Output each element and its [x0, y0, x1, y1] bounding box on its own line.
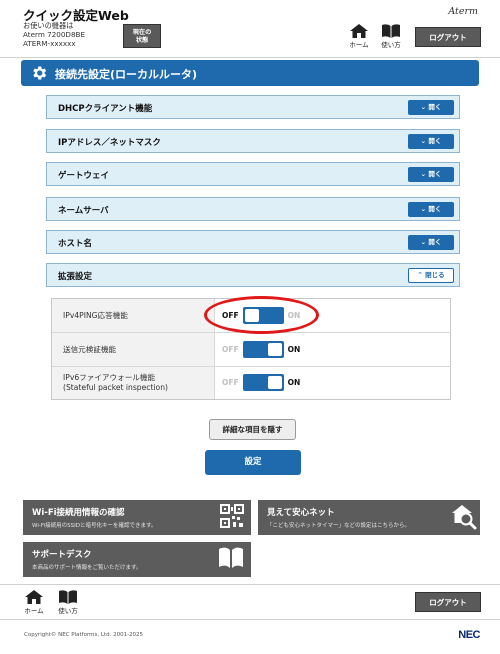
off-label: OFF [222, 345, 239, 354]
footer-guide-label: 使い方 [58, 607, 78, 615]
on-label: ON [287, 345, 301, 354]
open-button-label: 開く [428, 238, 442, 246]
accordion-label: DHCPクライアント機能 [58, 104, 153, 114]
tile-title: サポートデスク [32, 550, 92, 560]
setting-label-line: 送信元検証機能 [63, 344, 117, 354]
home-icon [25, 590, 43, 604]
current-status-button[interactable]: 現在の 状態 [123, 24, 161, 48]
close-button-label: 閉じる [425, 271, 445, 279]
highlight-annotation-ring [204, 296, 319, 334]
on-label: ON [287, 378, 301, 387]
off-label: OFF [222, 378, 239, 387]
section-banner: 接続先設定(ローカルルータ) [21, 60, 479, 86]
footer-home-link[interactable]: ホーム [21, 590, 47, 615]
toggle-switch[interactable] [242, 374, 284, 391]
tile-title: 見えて安心ネット [267, 508, 335, 518]
setting-label-subline: (Stateful packet inspection) [63, 383, 168, 392]
chevron-down-icon: ⌄ [420, 137, 427, 145]
accordion-extended-settings[interactable]: 拡張設定 ⌃ 閉じる [46, 263, 460, 287]
open-button[interactable]: ⌄ 開く [408, 167, 454, 182]
setting-label-line: IPv4PING応答機能 [63, 310, 128, 320]
accordion-label: ゲートウェイ [58, 171, 110, 181]
top-bar: クイック設定Web お使いの機器は Aterm 7200D8BE ATERM-x… [0, 0, 500, 58]
header-home-link[interactable]: ホーム [346, 24, 372, 49]
hide-details-button[interactable]: 詳細な項目を隠す [209, 419, 296, 440]
setting-row-ipv6-firewall: IPv6ファイアウォール機能 (Stateful packet inspecti… [52, 367, 450, 399]
setting-row-source-validation: 送信元検証機能 OFF ON [52, 333, 450, 367]
device-model: Aterm 7200D8BE [23, 30, 86, 40]
book-icon [382, 24, 400, 38]
setting-label-line: IPv6ファイアウォール機能 [63, 373, 156, 382]
header-logout-button[interactable]: ログアウト [415, 27, 481, 47]
gear-icon [33, 66, 47, 80]
chevron-down-icon: ⌄ [420, 170, 427, 178]
header-home-label: ホーム [349, 41, 369, 49]
open-button[interactable]: ⌄ 開く [408, 100, 454, 115]
chevron-up-icon: ⌃ [417, 271, 423, 279]
close-button[interactable]: ⌃ 閉じる [408, 268, 454, 283]
open-button-label: 開く [428, 205, 442, 213]
tile-description: 本商品のサポート情報をご覧いただけます。 [32, 565, 142, 571]
accordion-label: ホスト名 [58, 239, 93, 249]
open-button[interactable]: ⌄ 開く [408, 202, 454, 217]
tile-safety-net[interactable]: 見えて安心ネット 「こども安心ネットタイマー」などの設定はこちらから。 [258, 500, 480, 535]
apply-settings-button[interactable]: 設定 [205, 450, 301, 475]
toggle-switch[interactable] [242, 341, 284, 358]
footer-logout-button[interactable]: ログアウト [415, 592, 481, 612]
setting-label: IPv6ファイアウォール機能 (Stateful packet inspecti… [52, 367, 215, 399]
accordion-host-name[interactable]: ホスト名 ⌄ 開く [46, 230, 460, 254]
open-button-label: 開く [428, 103, 442, 111]
chevron-down-icon: ⌄ [420, 205, 427, 213]
ipv6-firewall-toggle[interactable]: OFF ON [222, 374, 300, 391]
home-icon [350, 24, 368, 38]
accordion-name-server[interactable]: ネームサーバ ⌄ 開く [46, 197, 460, 221]
toggle-knob [267, 376, 282, 389]
tile-support-desk[interactable]: サポートデスク 本商品のサポート情報をご覧いただけます。 [23, 542, 251, 577]
chevron-down-icon: ⌄ [420, 238, 427, 246]
accordion-dhcp-client[interactable]: DHCPクライアント機能 ⌄ 開く [46, 95, 460, 119]
open-button[interactable]: ⌄ 開く [408, 235, 454, 250]
tile-wifi-info[interactable]: Wi-Fi接続用情報の確認 Wi-Fi接続用のSSIDと暗号化キーを確認できます… [23, 500, 251, 535]
copyright-text: Copyright© NEC Platforms, Ltd. 2001-2025 [24, 632, 144, 638]
home-search-icon [452, 505, 477, 530]
accordion-gateway[interactable]: ゲートウェイ ⌄ 開く [46, 162, 460, 186]
open-button-label: 開く [428, 137, 442, 145]
book-icon [219, 547, 243, 568]
setting-label: 送信元検証機能 [52, 333, 215, 366]
book-icon [59, 590, 77, 604]
tile-description: Wi-Fi接続用のSSIDと暗号化キーを確認できます。 [32, 523, 157, 529]
section-title: 接続先設定(ローカルルータ) [55, 68, 198, 81]
footer-bar: ホーム 使い方 ログアウト [0, 584, 500, 620]
setting-label: IPv4PING応答機能 [52, 299, 215, 332]
device-info-line: お使いの機器は [23, 21, 74, 30]
accordion-label: 拡張設定 [58, 272, 93, 282]
accordion-label: ネームサーバ [58, 206, 109, 216]
tile-description: 「こども安心ネットタイマー」などの設定はこちらから。 [267, 523, 411, 529]
source-validation-toggle[interactable]: OFF ON [222, 341, 300, 358]
footer-guide-link[interactable]: 使い方 [55, 590, 81, 615]
toggle-knob [267, 343, 282, 356]
tile-title: Wi-Fi接続用情報の確認 [32, 508, 125, 518]
nec-logo: NEC [458, 629, 480, 641]
aterm-logo: Aterm [448, 6, 478, 17]
open-button-label: 開く [428, 170, 442, 178]
open-button[interactable]: ⌄ 開く [408, 134, 454, 149]
header-guide-link[interactable]: 使い方 [378, 24, 404, 49]
chevron-down-icon: ⌄ [420, 103, 427, 111]
device-name: ATERM-xxxxxx [23, 39, 76, 49]
footer-home-label: ホーム [24, 607, 44, 615]
accordion-ip-address[interactable]: IPアドレス／ネットマスク ⌄ 開く [46, 129, 460, 153]
current-status-label-1: 現在の [132, 29, 152, 36]
qr-code-icon [220, 504, 244, 528]
header-guide-label: 使い方 [381, 41, 401, 49]
current-status-label-2: 状態 [135, 37, 149, 44]
accordion-label: IPアドレス／ネットマスク [58, 138, 161, 148]
device-info: お使いの機器は Aterm 7200D8BE ATERM-xxxxxx [23, 21, 85, 49]
